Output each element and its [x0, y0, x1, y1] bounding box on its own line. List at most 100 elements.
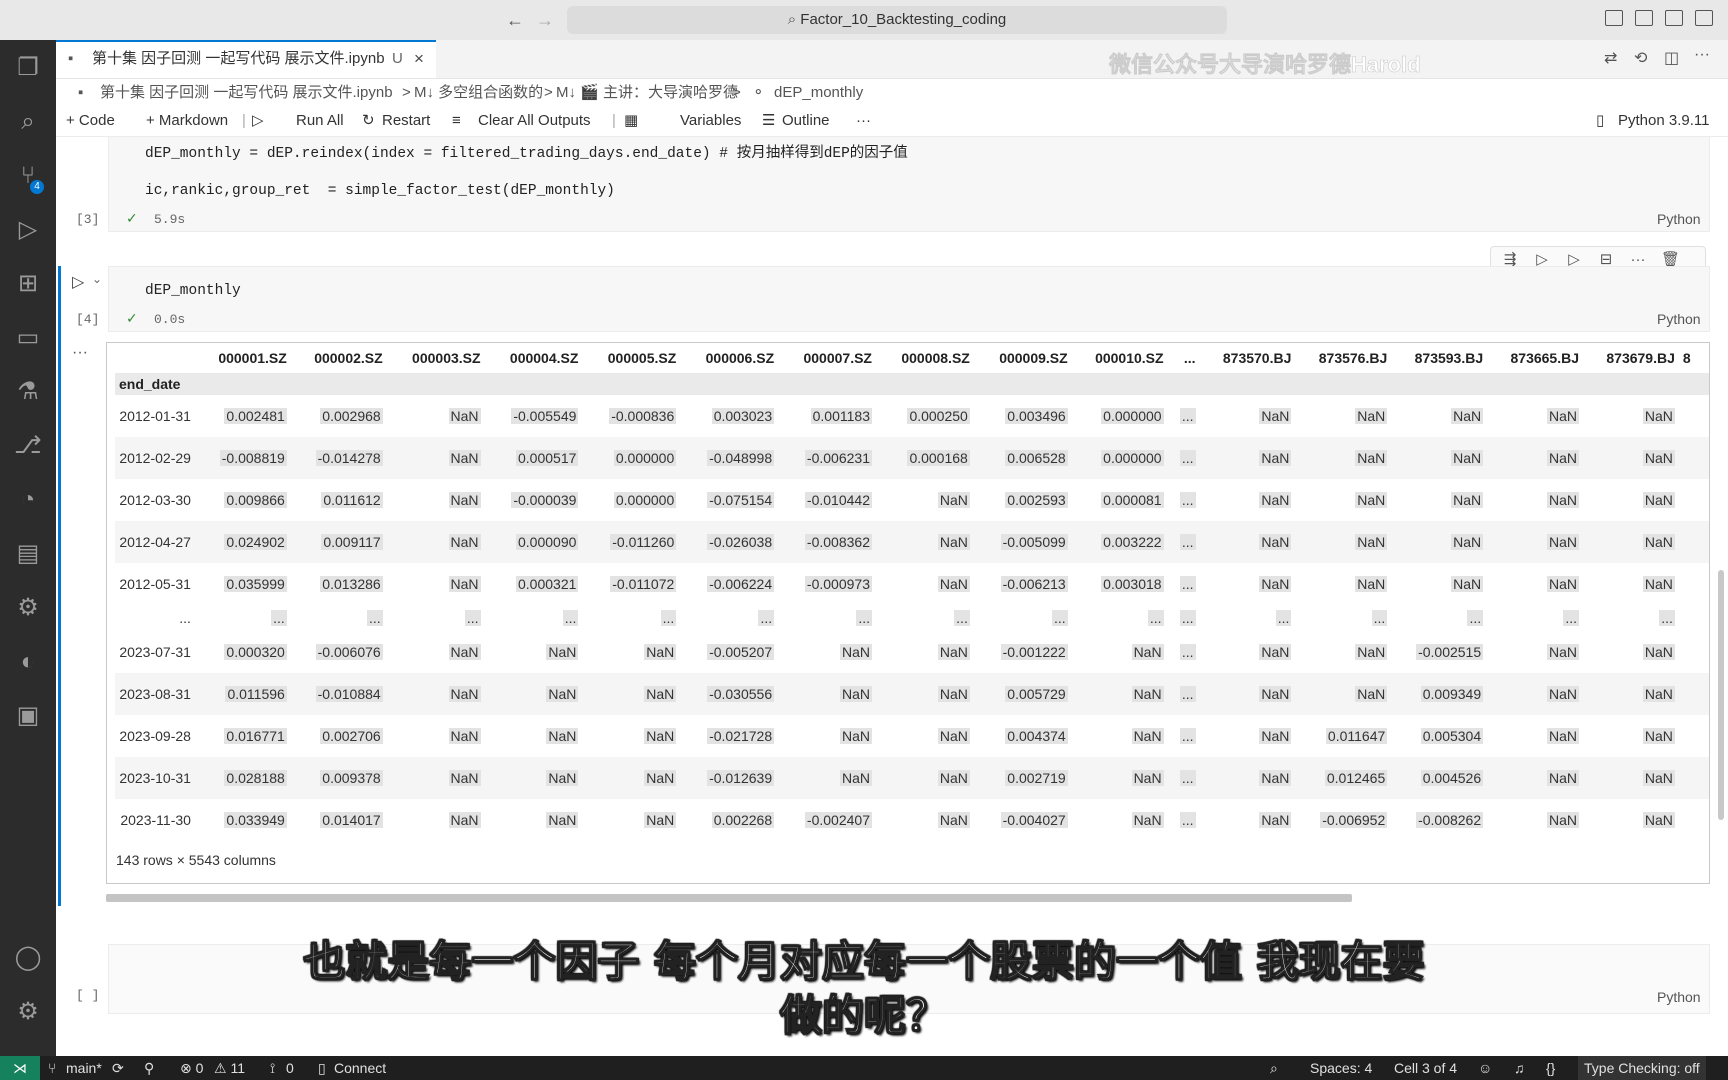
cell-position[interactable]: Cell 3 of 4	[1394, 1056, 1457, 1080]
cell-value: 0.009349	[1420, 686, 1484, 702]
vertical-scrollbar[interactable]	[1718, 570, 1724, 820]
kernel-picker[interactable]: Python 3.9.11	[1618, 106, 1709, 136]
outline-button[interactable]: Outline	[782, 106, 830, 136]
code-cell-4[interactable]: dEP_monthly Python	[108, 266, 1710, 332]
error-count[interactable]: ⊗ 0	[180, 1056, 203, 1080]
index-name-spacer	[875, 373, 974, 395]
breadcrumb-section-1[interactable]: M↓ 多空组合函数的	[414, 80, 543, 106]
notebook-settings-icon[interactable]: ⚙	[12, 592, 44, 624]
testing-icon[interactable]: ⚗	[12, 376, 44, 408]
cell-language-label[interactable]: Python	[1657, 211, 1701, 227]
cell-value: NaN	[1547, 534, 1580, 550]
cell-value: -0.021728	[707, 728, 775, 744]
indentation-setting[interactable]: Spaces: 4	[1310, 1056, 1372, 1080]
copilot-icon[interactable]: ☺	[1478, 1056, 1492, 1080]
remote-explorer-icon[interactable]: ▭	[12, 322, 44, 354]
notifications-icon[interactable]: ♫	[1514, 1056, 1525, 1080]
git-graph-icon[interactable]: ⎇	[12, 430, 44, 462]
table-cell	[1679, 521, 1709, 563]
table-cell	[1679, 479, 1709, 521]
cell-value: NaN	[1642, 644, 1675, 660]
run-debug-icon[interactable]: ▷	[12, 214, 44, 246]
run-all-button[interactable]: Run All	[296, 106, 344, 136]
output-more-button[interactable]: ···	[72, 344, 88, 362]
table-row: 2012-04-27 0.024902 0.009117 NaN 0.000090 -0.…	[115, 521, 1709, 563]
toggle-panel-icon[interactable]	[1635, 10, 1653, 26]
edge-icon[interactable]: ◐	[12, 646, 44, 678]
breadcrumb-section-2[interactable]: M↓ 🎬 主讲：大导演哈罗德	[556, 80, 738, 106]
cell-value: NaN	[448, 812, 481, 828]
braces-icon[interactable]: {}	[1546, 1056, 1555, 1080]
code-cell-3[interactable]: dEP_monthly = dEP.reindex(index = filter…	[108, 136, 1710, 232]
index-name-spacer	[1295, 373, 1392, 395]
horizontal-scrollbar[interactable]	[106, 894, 1352, 902]
variables-button[interactable]: Variables	[680, 106, 741, 136]
type-checking-status[interactable]: Type Checking: off	[1578, 1056, 1706, 1080]
table-cell: NaN	[876, 715, 974, 757]
split-editor-icon[interactable]: ◫	[1664, 48, 1679, 68]
source-control-badge: 4	[30, 180, 44, 194]
extensions-icon[interactable]: ⊞	[12, 268, 44, 300]
open-changes-icon[interactable]: ⟲	[1634, 48, 1647, 68]
explorer-icon[interactable]: ❐	[12, 52, 44, 84]
cell-value: NaN	[937, 576, 970, 592]
cell-value: NaN	[1355, 408, 1388, 424]
table-cell: NaN	[1583, 479, 1679, 521]
cell-value: 0.006528	[1005, 450, 1068, 466]
compare-icon[interactable]: ⇄	[1604, 48, 1617, 68]
cell-value: NaN	[644, 770, 677, 786]
execution-count: [3]	[76, 212, 100, 227]
cell-value: NaN	[1451, 534, 1484, 550]
breadcrumb-section-3[interactable]: dEP_monthly	[774, 80, 863, 106]
restart-button[interactable]: Restart	[382, 106, 430, 136]
remote-indicator-icon[interactable]: ⋊	[0, 1056, 40, 1080]
add-code-cell-button[interactable]: + Code	[66, 106, 115, 136]
branch-name[interactable]: main*	[66, 1056, 102, 1080]
cell-value: NaN	[1642, 728, 1675, 744]
code-line[interactable]: dEP_monthly = dEP.reindex(index = filter…	[145, 141, 908, 162]
table-body: 2012-01-31 0.002481 0.002968 NaN -0.005549 -0…	[115, 395, 1709, 841]
toolbar-more-button[interactable]: ···	[856, 106, 871, 136]
code-line[interactable]: dEP_monthly	[145, 283, 241, 299]
run-cell-icon[interactable]: ▷	[72, 272, 84, 292]
customize-layout-icon[interactable]	[1695, 10, 1713, 26]
tab-notebook[interactable]: ▪ 第十集 因子回测 一起写代码 展示文件.ipynb U ×	[56, 40, 436, 78]
code-line[interactable]: ic,rankic,group_ret = simple_factor_test…	[145, 183, 615, 199]
cell-value: 0.003018	[1101, 576, 1164, 592]
cell-value: NaN	[1259, 770, 1292, 786]
index-name-row: end_date	[115, 373, 1709, 395]
cell-value: -0.011260	[610, 534, 677, 550]
cell-language-label[interactable]: Python	[1657, 311, 1701, 327]
row-index-date: 2012-05-31	[119, 576, 191, 592]
search-icon[interactable]: ⌕	[12, 106, 44, 138]
docker-icon[interactable]: ▤	[12, 538, 44, 570]
comments-icon[interactable]: ▣	[12, 700, 44, 732]
sync-icon[interactable]: ⟳	[112, 1056, 124, 1080]
toggle-sidebar-icon[interactable]	[1605, 10, 1623, 26]
command-center-search[interactable]: ⌕ Factor_10_Backtesting_coding	[567, 6, 1227, 34]
add-markdown-cell-button[interactable]: + Markdown	[146, 106, 228, 136]
cell-value: -0.012639	[707, 770, 775, 786]
clear-all-outputs-button[interactable]: Clear All Outputs	[478, 106, 591, 136]
table-cell: NaN	[387, 437, 485, 479]
toggle-secondary-sidebar-icon[interactable]	[1665, 10, 1683, 26]
breadcrumb-file[interactable]: 第十集 因子回测 一起写代码 展示文件.ipynb	[100, 80, 393, 106]
git-graph-icon[interactable]: ⚲	[144, 1056, 154, 1080]
more-actions-icon[interactable]: ···	[1694, 46, 1710, 64]
cell-value: NaN	[1642, 812, 1675, 828]
timeline-icon[interactable]: ◔	[12, 484, 44, 516]
zoom-icon[interactable]: ⌕	[1270, 1056, 1278, 1080]
connect-button[interactable]: Connect	[334, 1056, 386, 1080]
table-cell: 0.000090	[485, 521, 583, 563]
warning-count[interactable]: ⚠ 11	[214, 1056, 245, 1080]
chevron-down-icon[interactable]: ⌄	[92, 272, 102, 286]
table-cell: ...	[680, 605, 778, 631]
ports-count[interactable]: 0	[286, 1056, 294, 1080]
table-cell: NaN	[485, 715, 583, 757]
cell-value: NaN	[937, 770, 970, 786]
tab-close-icon[interactable]: ×	[414, 42, 424, 76]
back-arrow-icon[interactable]: ←	[506, 10, 524, 31]
table-cell: NaN	[387, 757, 485, 799]
forward-arrow-icon[interactable]: →	[536, 10, 554, 31]
run-all-icon: ▷	[252, 112, 264, 129]
